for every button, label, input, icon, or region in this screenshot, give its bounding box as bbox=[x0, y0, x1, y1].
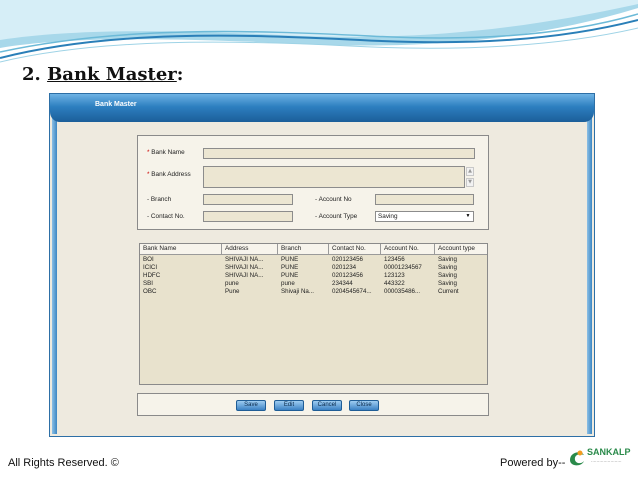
account-no-label: - Account No bbox=[315, 196, 352, 203]
table-row[interactable]: OBC Pune Shivaji Na... 0204545674... 000… bbox=[140, 288, 487, 296]
table-cell: 000035486... bbox=[384, 288, 421, 295]
scroll-down-icon[interactable]: ▼ bbox=[466, 178, 474, 187]
column-header[interactable]: Branch bbox=[278, 244, 329, 255]
account-type-select[interactable]: Saving ▼ bbox=[375, 211, 474, 222]
contact-no-label: - Contact No. bbox=[147, 213, 185, 220]
required-mark: * bbox=[147, 149, 150, 156]
table-row[interactable]: ICICI SHIVAJI NA... PUNE 0201234 0000123… bbox=[140, 264, 487, 272]
account-type-label-text: Account Type bbox=[318, 213, 358, 220]
column-header[interactable]: Contact No. bbox=[329, 244, 381, 255]
table-cell: OBC bbox=[143, 288, 157, 295]
bank-name-label-text: Bank Name bbox=[151, 149, 185, 156]
window-title: Bank Master bbox=[95, 101, 137, 108]
close-button[interactable]: Close bbox=[349, 400, 379, 411]
account-type-label: - Account Type bbox=[315, 213, 357, 220]
window-left-border bbox=[52, 94, 57, 434]
slide-number: 2. bbox=[22, 64, 41, 85]
table-cell: 020123456 bbox=[332, 256, 363, 263]
table-cell: 0204545674... bbox=[332, 288, 372, 295]
bullet-mark: - bbox=[147, 213, 150, 220]
table-cell: PUNE bbox=[281, 272, 299, 279]
table-cell: Saving bbox=[438, 280, 457, 287]
table-cell: BOI bbox=[143, 256, 154, 263]
column-header[interactable]: Address bbox=[222, 244, 278, 255]
bank-address-scrollbar[interactable]: ▲ ▼ bbox=[466, 167, 474, 187]
company-logo: SANKALP ...................... bbox=[567, 444, 633, 472]
bank-list-grid: Bank Name Address Branch Contact No. Acc… bbox=[139, 243, 488, 385]
contact-no-input[interactable] bbox=[203, 211, 293, 222]
footer-copyright: All Rights Reserved. © bbox=[8, 457, 119, 469]
account-no-label-text: Account No bbox=[318, 196, 352, 203]
window-titlebar[interactable]: Bank Master bbox=[50, 94, 594, 122]
table-cell: 443322 bbox=[384, 280, 405, 287]
dropdown-arrow-icon[interactable]: ▼ bbox=[464, 213, 472, 220]
contact-no-label-text: Contact No. bbox=[150, 213, 185, 220]
footer-powered-by: Powered by-- bbox=[500, 457, 566, 469]
required-mark: * bbox=[147, 171, 150, 178]
table-row[interactable]: SBI pune pune 234344 443322 Saving bbox=[140, 280, 487, 288]
table-cell: PUNE bbox=[281, 256, 299, 263]
account-no-input[interactable] bbox=[375, 194, 474, 205]
column-header[interactable]: Bank Name bbox=[140, 244, 222, 255]
window-right-border bbox=[587, 94, 592, 434]
table-cell: SHIVAJI NA... bbox=[225, 256, 264, 263]
logo-text: SANKALP bbox=[587, 447, 631, 457]
table-cell: 00001234567 bbox=[384, 264, 422, 271]
table-cell: HDFC bbox=[143, 272, 161, 279]
table-row[interactable]: HDFC SHIVAJI NA... PUNE 020123456 123123… bbox=[140, 272, 487, 280]
logo-tagline: ...................... bbox=[591, 458, 622, 464]
slide-title: 2. Bank Master: bbox=[22, 64, 183, 85]
bank-address-textarea[interactable] bbox=[203, 166, 465, 188]
table-cell: Current bbox=[438, 288, 459, 295]
bullet-mark: - bbox=[315, 196, 318, 203]
table-cell: 123456 bbox=[384, 256, 405, 263]
cancel-button[interactable]: Cancel bbox=[312, 400, 342, 411]
table-cell: 123123 bbox=[384, 272, 405, 279]
edit-button[interactable]: Edit bbox=[274, 400, 304, 411]
column-header[interactable]: Account No. bbox=[381, 244, 435, 255]
table-cell: Saving bbox=[438, 264, 457, 271]
table-cell: Saving bbox=[438, 256, 457, 263]
table-cell: pune bbox=[225, 280, 239, 287]
slide-title-colon: : bbox=[176, 64, 184, 85]
logo-swirl-icon bbox=[570, 450, 584, 466]
bank-name-label: * Bank Name bbox=[147, 149, 185, 156]
table-cell: Pune bbox=[225, 288, 240, 295]
table-cell: SHIVAJI NA... bbox=[225, 264, 264, 271]
table-cell: Saving bbox=[438, 272, 457, 279]
account-type-selected-value: Saving bbox=[378, 213, 398, 220]
table-cell: 020123456 bbox=[332, 272, 363, 279]
slide-title-text: Bank Master bbox=[47, 64, 177, 85]
bank-address-label: * Bank Address bbox=[147, 171, 191, 178]
table-cell: 234344 bbox=[332, 280, 353, 287]
table-row[interactable]: BOI SHIVAJI NA... PUNE 020123456 123456 … bbox=[140, 256, 487, 264]
bullet-mark: - bbox=[315, 213, 318, 220]
bullet-mark: - bbox=[147, 196, 150, 203]
table-cell: SHIVAJI NA... bbox=[225, 272, 264, 279]
table-cell: 0201234 bbox=[332, 264, 357, 271]
table-cell: SBI bbox=[143, 280, 153, 287]
bank-address-label-text: Bank Address bbox=[151, 171, 191, 178]
bank-name-input[interactable] bbox=[203, 148, 475, 159]
table-cell: pune bbox=[281, 280, 295, 287]
branch-input[interactable] bbox=[203, 194, 293, 205]
table-cell: Shivaji Na... bbox=[281, 288, 315, 295]
table-cell: ICICI bbox=[143, 264, 158, 271]
scroll-up-icon[interactable]: ▲ bbox=[466, 167, 474, 176]
branch-label: - Branch bbox=[147, 196, 171, 203]
column-header[interactable]: Account type bbox=[435, 244, 487, 255]
branch-label-text: Branch bbox=[150, 196, 172, 203]
save-button[interactable]: Save bbox=[236, 400, 266, 411]
table-cell: PUNE bbox=[281, 264, 299, 271]
